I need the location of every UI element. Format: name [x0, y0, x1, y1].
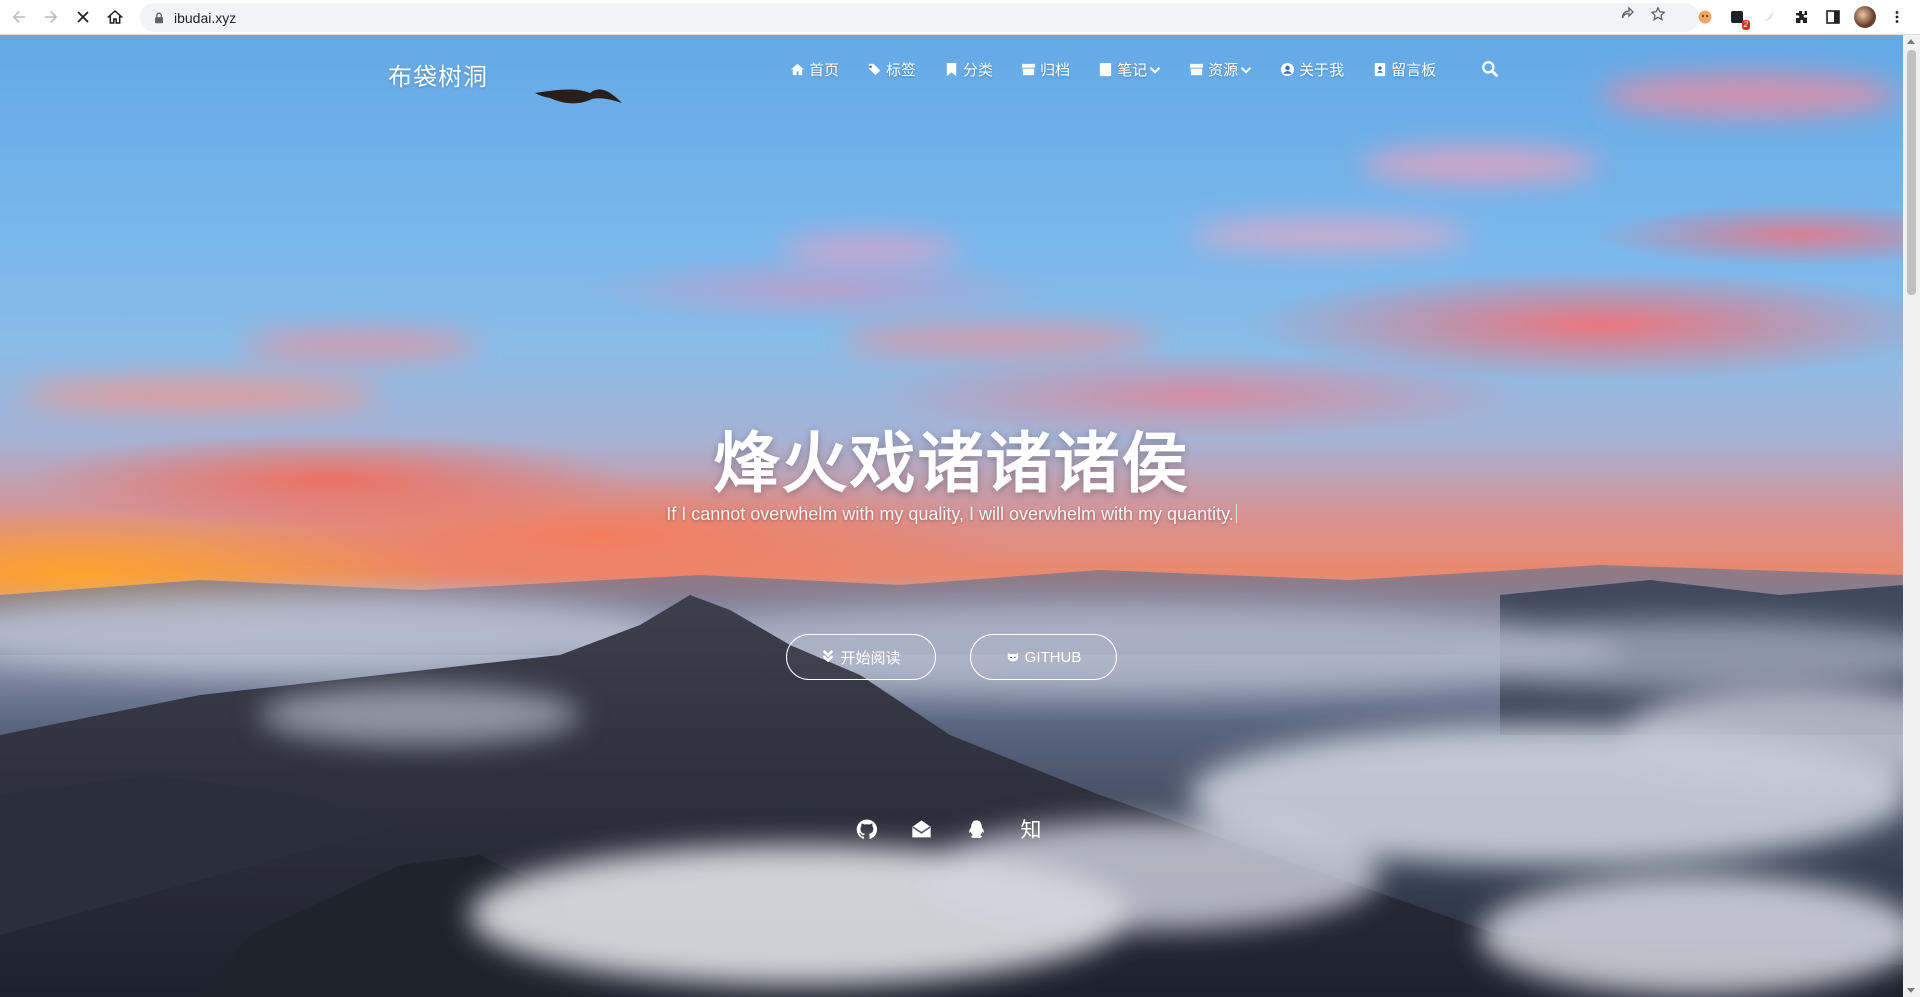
chevron-down-icon [1149, 66, 1161, 74]
nav-item-label: 资源 [1208, 62, 1239, 79]
puzzle-icon[interactable] [1790, 6, 1812, 28]
address-book-icon [1374, 62, 1386, 77]
lock-icon [155, 12, 163, 23]
qq-link[interactable] [965, 818, 987, 840]
home-outline-icon [107, 9, 123, 24]
angle-double-down-icon [823, 650, 834, 663]
scroll-down-arrow[interactable] [1907, 988, 1915, 993]
nav-item-label: 分类 [963, 62, 994, 79]
more-menu-icon[interactable] [1886, 6, 1908, 28]
chevron-down-icon [1240, 66, 1252, 74]
side-panel-icon[interactable] [1822, 6, 1844, 28]
nav-item-label: 首页 [809, 62, 840, 79]
forward-button[interactable] [38, 4, 64, 30]
github-icon [856, 819, 877, 839]
github-button-label: GITHUB [1024, 648, 1082, 666]
hero-subtitle-text: If I cannot overwhelm with my quality, I… [666, 504, 1234, 524]
nav-item-tags[interactable]: 标签 [867, 59, 916, 80]
search-icon[interactable] [1481, 60, 1499, 78]
zhihu-icon: 知 [1020, 819, 1042, 842]
nav-item-label: 留言板 [1391, 62, 1437, 79]
email-link[interactable] [910, 818, 932, 840]
nav-item-label: 笔记 [1117, 62, 1148, 79]
email-icon [911, 819, 931, 837]
extension-face-icon[interactable] [1694, 6, 1716, 28]
extension-badge-icon[interactable]: 2 [1726, 6, 1750, 30]
close-icon [77, 11, 89, 23]
main-nav: 首页 标签 分类 归档 笔记 资源 关于我 留言板 [790, 59, 1464, 80]
tags-icon [867, 63, 881, 76]
extension-bird-icon[interactable] [1758, 6, 1780, 28]
nav-item-about[interactable]: 关于我 [1280, 59, 1344, 80]
home-icon [790, 63, 805, 76]
github-cat-icon [1007, 652, 1018, 662]
nav-item-resources[interactable]: 资源 [1189, 59, 1252, 80]
qq-icon [968, 819, 984, 838]
nav-item-categories[interactable]: 分类 [944, 59, 993, 80]
scroll-thumb[interactable] [1907, 50, 1916, 295]
nav-item-label: 标签 [886, 62, 917, 79]
archive-icon [1190, 63, 1204, 76]
start-reading-label: 开始阅读 [840, 649, 901, 667]
url-text: ibudai.xyz [174, 9, 237, 26]
browser-toolbar: ibudai.xyz 2 [0, 0, 1920, 35]
zhihu-link[interactable]: 知 [1020, 818, 1042, 842]
nav-item-home[interactable]: 首页 [790, 59, 839, 80]
stop-button[interactable] [70, 4, 96, 30]
user-circle-icon [1281, 62, 1295, 77]
share-icon[interactable] [1620, 6, 1636, 22]
nav-item-label: 关于我 [1299, 62, 1345, 79]
profile-avatar[interactable] [1854, 6, 1876, 28]
github-button[interactable]: GITHUB [970, 634, 1117, 680]
address-bar[interactable]: ibudai.xyz [140, 3, 1699, 32]
hero-subtitle: If I cannot overwhelm with my quality, I… [0, 504, 1903, 525]
site-brand[interactable]: 布袋树洞 [388, 57, 488, 92]
book-icon [1099, 62, 1112, 77]
star-icon[interactable] [1650, 6, 1666, 22]
scroll-up-arrow[interactable] [1907, 39, 1915, 44]
social-links: 知 [855, 818, 1042, 842]
page-scrollbar[interactable] [1903, 35, 1920, 997]
hero-title: 烽火戏诸诸诸侯 [713, 426, 1190, 500]
typing-cursor [1235, 504, 1237, 523]
bookmark-icon [946, 62, 957, 77]
nav-item-archives[interactable]: 归档 [1021, 59, 1070, 80]
archive-icon [1021, 63, 1036, 76]
hero-section: 布袋树洞 首页 标签 分类 归档 笔记 资源 关于我 留言板 烽火戏诸诸诸侯 I… [0, 35, 1903, 997]
arrow-left-icon [12, 11, 25, 23]
back-button[interactable] [6, 4, 32, 30]
home-button[interactable] [102, 4, 128, 30]
nav-item-notes[interactable]: 笔记 [1098, 59, 1161, 80]
github-link[interactable] [855, 818, 877, 840]
nav-item-label: 归档 [1040, 62, 1071, 79]
start-reading-button[interactable]: 开始阅读 [786, 634, 936, 680]
nav-item-guestbook[interactable]: 留言板 [1372, 59, 1436, 80]
extension-badge-count: 2 [1741, 20, 1750, 30]
arrow-right-icon [45, 11, 58, 23]
bird [535, 89, 622, 104]
